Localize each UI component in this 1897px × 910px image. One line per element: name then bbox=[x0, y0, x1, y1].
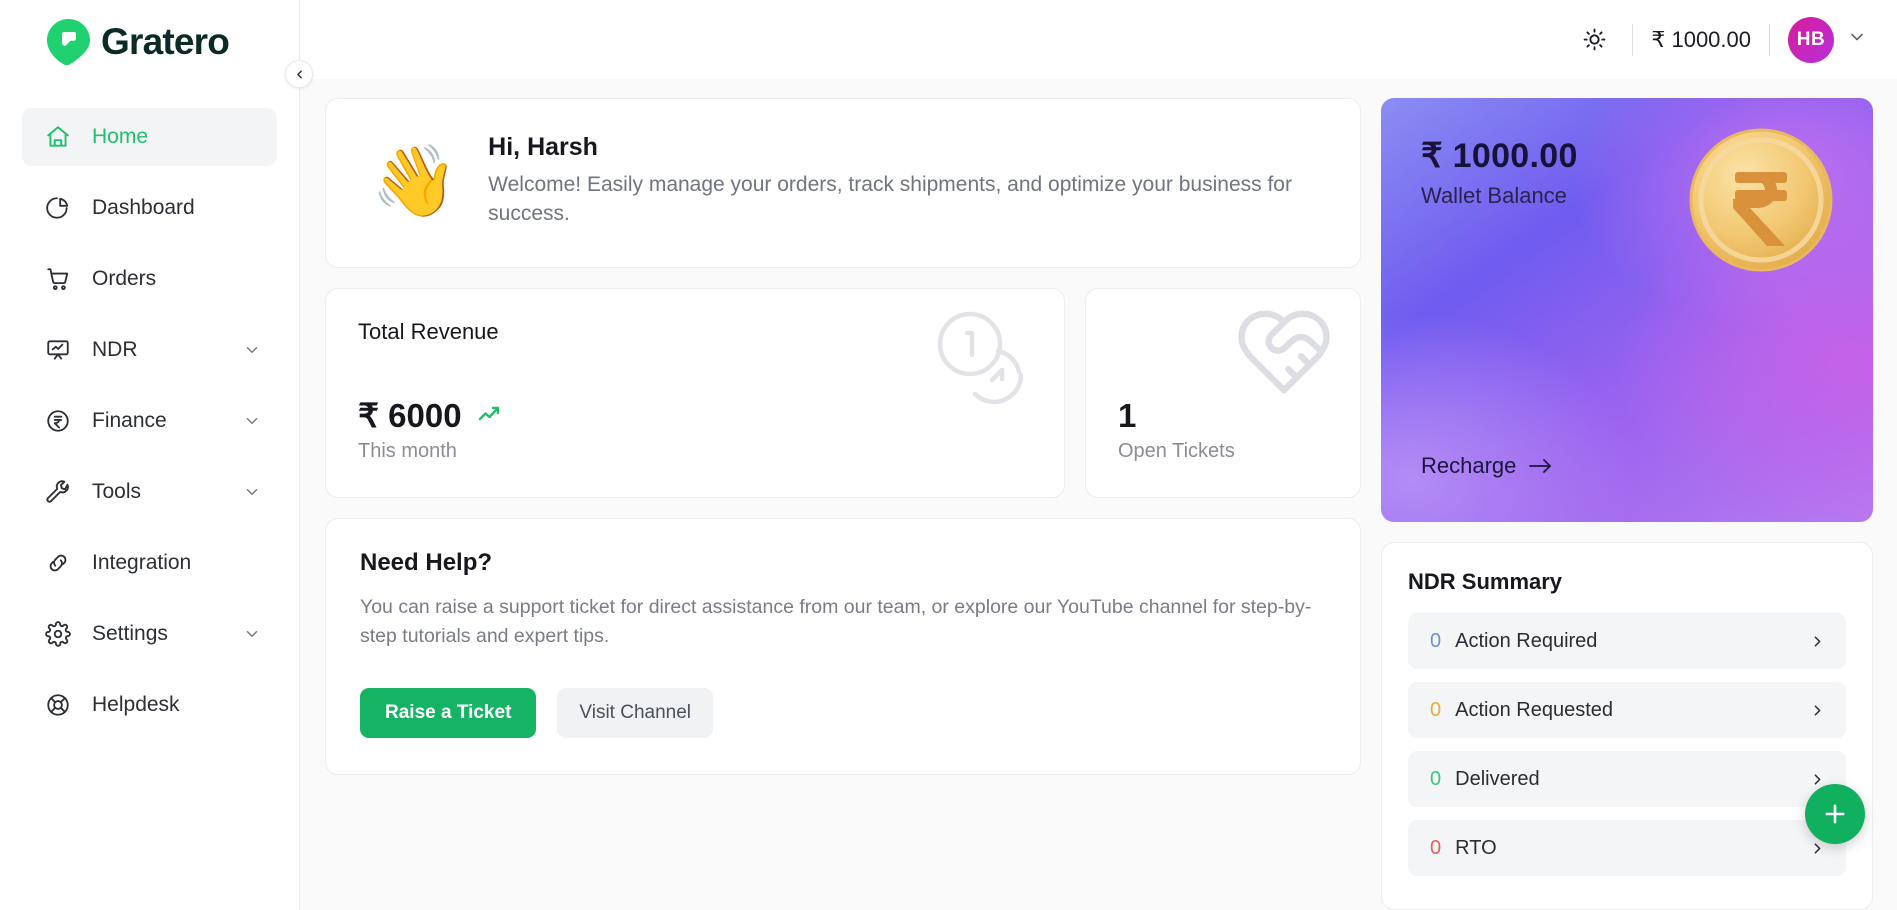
sidebar-item-label: Helpdesk bbox=[92, 693, 180, 716]
sun-icon bbox=[1583, 28, 1606, 51]
sidebar-item-dashboard[interactable]: Dashboard bbox=[22, 179, 277, 237]
ndr-count: 0 bbox=[1430, 767, 1442, 790]
open-tickets-card: 1 Open Tickets bbox=[1085, 287, 1361, 498]
rupee-coin-icon bbox=[1687, 126, 1835, 274]
sidebar-item-label: Settings bbox=[92, 622, 168, 645]
account-menu-chevron-down-icon[interactable] bbox=[1847, 27, 1867, 52]
stat-row: Total Revenue ₹ 6000 This month 1 Open T… bbox=[325, 287, 1361, 498]
arrow-right-icon bbox=[1529, 459, 1552, 473]
welcome-message: Welcome! Easily manage your orders, trac… bbox=[488, 173, 1292, 225]
gear-icon bbox=[44, 620, 72, 648]
ndr-label: Action Required bbox=[1455, 629, 1598, 652]
need-help-actions: Raise a Ticket Visit Channel bbox=[360, 688, 1326, 739]
recharge-label: Recharge bbox=[1421, 453, 1517, 478]
sidebar-item-label: Dashboard bbox=[92, 196, 195, 219]
home-icon bbox=[44, 123, 72, 151]
ndr-label: Action Requested bbox=[1455, 698, 1614, 721]
need-help-title: Need Help? bbox=[360, 548, 493, 576]
sidebar-item-tools[interactable]: Tools bbox=[22, 463, 277, 521]
sidebar-item-label: Tools bbox=[92, 480, 142, 503]
pie-chart-icon bbox=[44, 194, 72, 222]
presentation-chart-icon bbox=[44, 336, 72, 364]
divider bbox=[1632, 23, 1634, 56]
theme-toggle-button[interactable] bbox=[1574, 20, 1614, 60]
link-icon bbox=[44, 549, 72, 577]
total-revenue-value-row: ₹ 6000 bbox=[358, 396, 1032, 435]
brand-name: Gratero bbox=[101, 21, 230, 62]
app-root: Gratero Home Dashboard Orders NDR Financ… bbox=[0, 0, 1897, 910]
total-revenue-subtitle: This month bbox=[358, 439, 457, 462]
welcome-card: 👋 Hi, Harsh Welcome! Easily manage your … bbox=[325, 98, 1361, 268]
raise-a-ticket-button[interactable]: Raise a Ticket bbox=[360, 688, 537, 739]
lifebuoy-icon bbox=[44, 691, 72, 719]
brand-logo[interactable]: Gratero bbox=[0, 0, 299, 84]
location-pin-logo-icon bbox=[47, 19, 90, 66]
ndr-summary-card: NDR Summary 0 Action Required 0 Action R… bbox=[1381, 542, 1873, 910]
left-column: 👋 Hi, Harsh Welcome! Easily manage your … bbox=[325, 98, 1361, 910]
welcome-greeting: Hi, Harsh bbox=[488, 133, 598, 161]
trending-up-icon bbox=[478, 407, 499, 421]
chevron-left-icon bbox=[296, 70, 302, 78]
open-tickets-count: 1 bbox=[1118, 396, 1137, 434]
sidebar-item-label: Integration bbox=[92, 551, 192, 574]
divider bbox=[1769, 23, 1770, 56]
ndr-row-action-requested[interactable]: 0 Action Requested bbox=[1408, 682, 1846, 738]
sidebar-item-integration[interactable]: Integration bbox=[22, 534, 277, 592]
sidebar-nav: Home Dashboard Orders NDR Finance Tools … bbox=[0, 84, 299, 734]
total-revenue-card: Total Revenue ₹ 6000 This month bbox=[325, 287, 1065, 498]
total-revenue-title: Total Revenue bbox=[358, 318, 499, 344]
chevron-down-icon bbox=[246, 489, 258, 495]
right-column: ₹ 1000.00 Wallet Balance Recharge NDR Su… bbox=[1381, 98, 1873, 910]
sidebar-item-helpdesk[interactable]: Helpdesk bbox=[22, 676, 277, 734]
ndr-label: Delivered bbox=[1455, 767, 1540, 790]
sidebar-item-settings[interactable]: Settings bbox=[22, 605, 277, 663]
ndr-row-rto[interactable]: 0 RTO bbox=[1408, 820, 1846, 876]
sidebar-item-label: Finance bbox=[92, 409, 167, 432]
sidebar-collapse-button[interactable] bbox=[285, 60, 313, 88]
sidebar-item-label: Orders bbox=[92, 267, 157, 290]
recharge-link[interactable]: Recharge bbox=[1421, 453, 1554, 479]
ndr-count: 0 bbox=[1430, 836, 1442, 859]
heart-handshake-icon bbox=[1230, 301, 1338, 408]
avatar[interactable]: HB bbox=[1788, 16, 1834, 63]
wallet-balance-topbar[interactable]: ₹ 1000.00 bbox=[1651, 27, 1751, 53]
need-help-card: Need Help? You can raise a support ticke… bbox=[325, 517, 1361, 776]
need-help-body: You can raise a support ticket for direc… bbox=[360, 595, 1312, 647]
top-bar: ₹ 1000.00 HB bbox=[300, 0, 1897, 79]
open-tickets-label: Open Tickets bbox=[1118, 439, 1235, 462]
ndr-count: 0 bbox=[1430, 629, 1442, 652]
ndr-summary-title: NDR Summary bbox=[1408, 569, 1563, 594]
sidebar-item-label: NDR bbox=[92, 338, 138, 361]
rupee-circle-icon bbox=[44, 407, 72, 435]
chevron-down-icon bbox=[246, 418, 258, 424]
sidebar-item-ndr[interactable]: NDR bbox=[22, 321, 277, 379]
waving-hand-emoji-icon: 👋 bbox=[371, 141, 459, 220]
ndr-row-delivered[interactable]: 0 Delivered bbox=[1408, 751, 1846, 807]
dashboard-content: 👋 Hi, Harsh Welcome! Easily manage your … bbox=[300, 79, 1897, 910]
chevron-down-icon bbox=[246, 631, 258, 637]
ndr-label: RTO bbox=[1455, 836, 1497, 859]
ndr-row-action-required[interactable]: 0 Action Required bbox=[1408, 613, 1846, 669]
chevron-right-icon bbox=[1814, 704, 1821, 716]
total-revenue-value: ₹ 6000 bbox=[358, 396, 462, 434]
shopping-cart-icon bbox=[44, 265, 72, 293]
wrench-icon bbox=[44, 478, 72, 506]
chevron-right-icon bbox=[1814, 635, 1821, 647]
add-button[interactable] bbox=[1805, 784, 1865, 844]
sidebar-item-orders[interactable]: Orders bbox=[22, 250, 277, 308]
wallet-balance-card: ₹ 1000.00 Wallet Balance Recharge bbox=[1381, 98, 1873, 522]
sidebar-item-finance[interactable]: Finance bbox=[22, 392, 277, 450]
visit-channel-button[interactable]: Visit Channel bbox=[557, 688, 714, 739]
chevron-down-icon bbox=[246, 347, 258, 353]
plus-icon bbox=[1825, 804, 1845, 824]
sidebar-item-home[interactable]: Home bbox=[22, 108, 277, 166]
sidebar: Gratero Home Dashboard Orders NDR Financ… bbox=[0, 0, 313, 910]
ndr-count: 0 bbox=[1430, 698, 1442, 721]
main-area: ₹ 1000.00 HB 👋 Hi, Harsh Welcome! Easily… bbox=[300, 0, 1897, 910]
sidebar-item-label: Home bbox=[92, 125, 149, 148]
